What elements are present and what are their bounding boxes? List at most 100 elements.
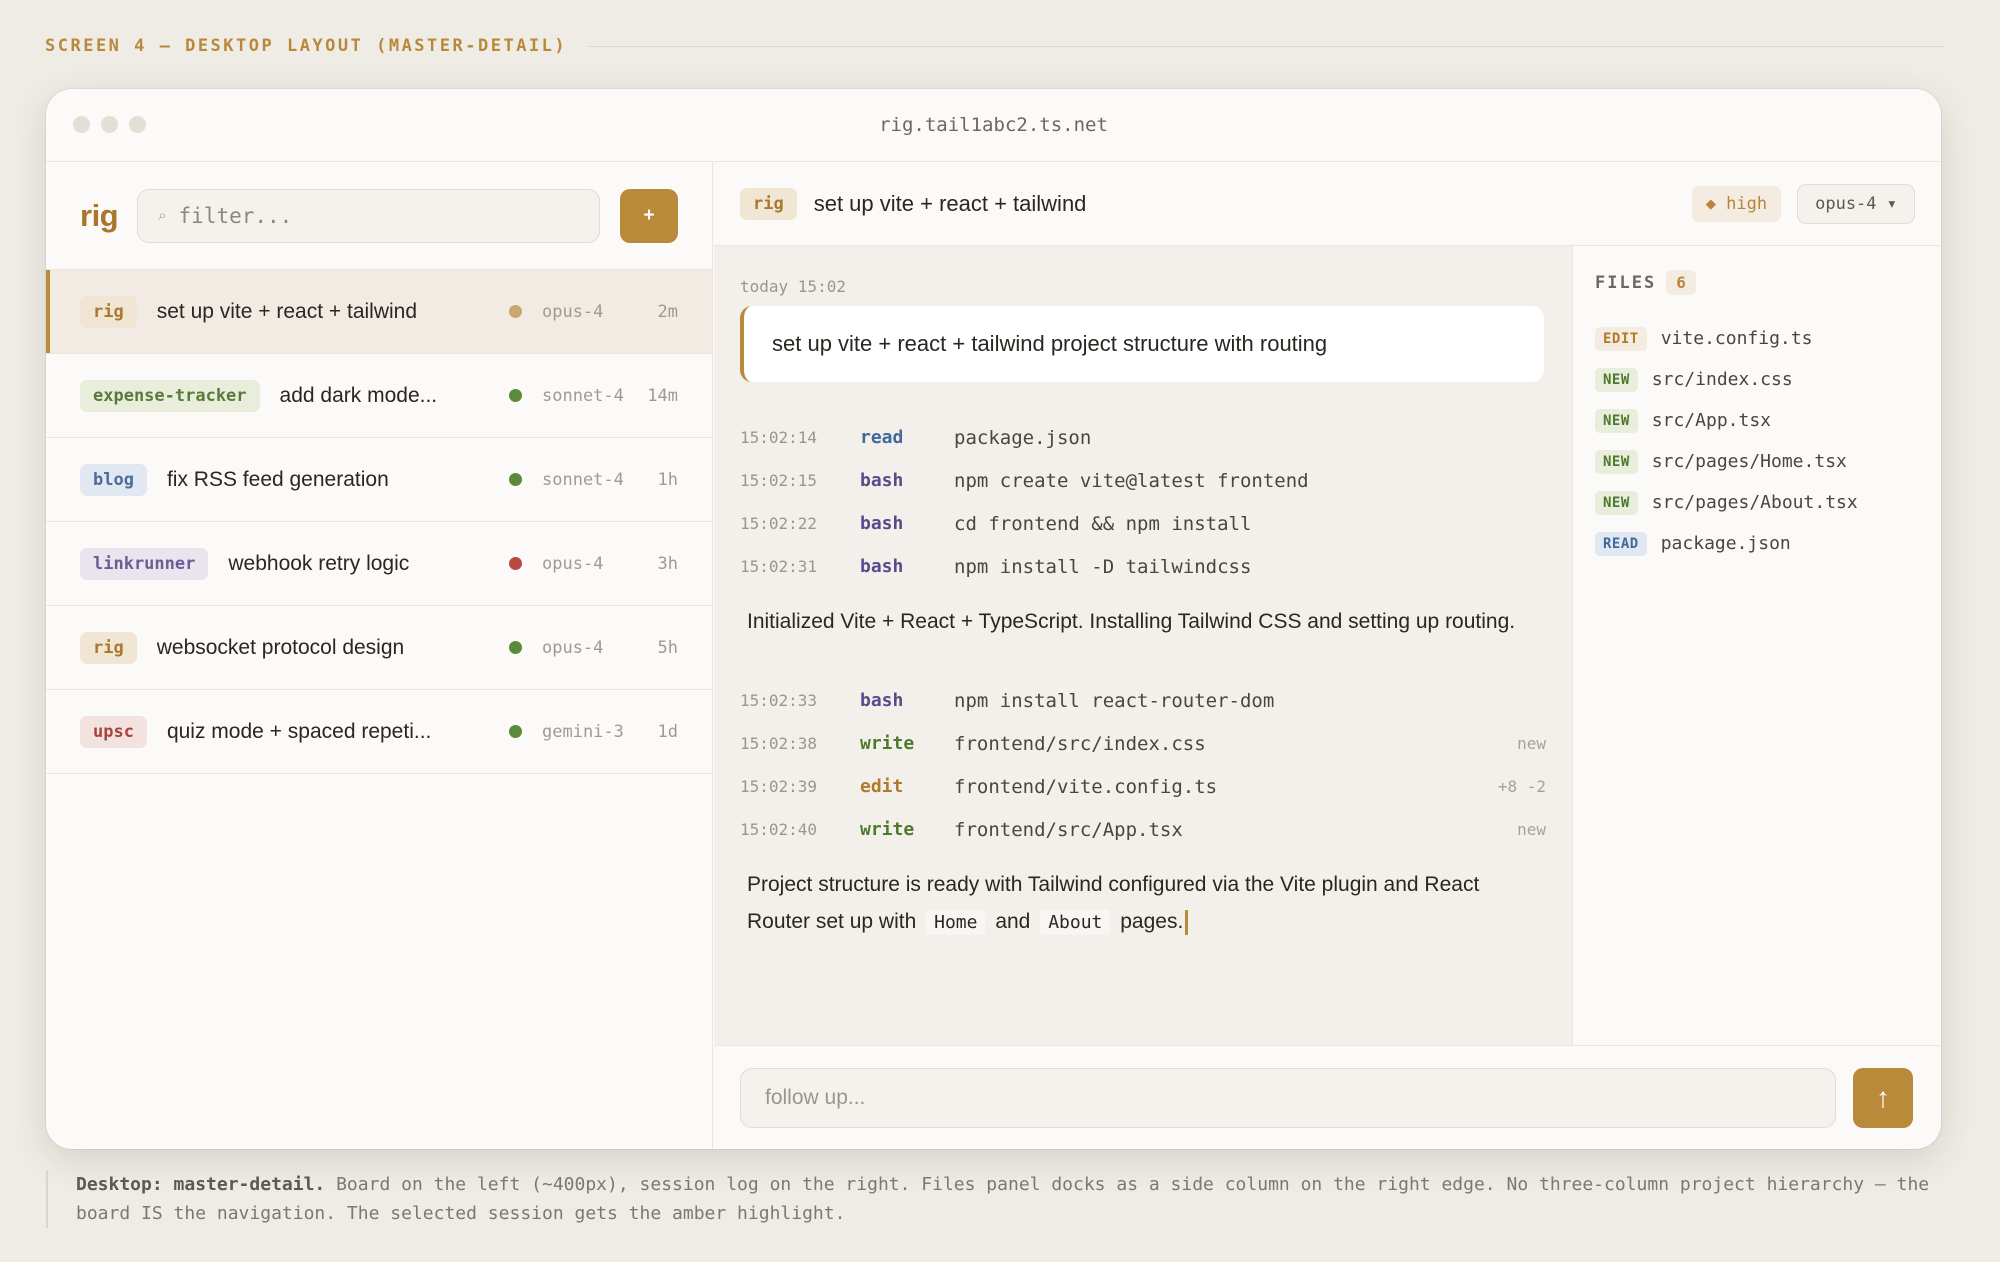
project-tag[interactable]: blog	[80, 463, 147, 496]
tool-time: 15:02:38	[740, 734, 818, 753]
tool-time: 15:02:14	[740, 428, 818, 447]
screen-label-text: SCREEN 4 — DESKTOP LAYOUT (MASTER-DETAIL…	[45, 36, 568, 56]
session-age: 2m	[657, 301, 678, 322]
assistant-message: Project structure is ready with Tailwind…	[740, 866, 1540, 941]
tool-arg: frontend/src/index.css	[954, 732, 1206, 755]
tool-call-row[interactable]: 15:02:31 bash npm install -D tailwindcss	[740, 545, 1546, 588]
file-row[interactable]: EDIT vite.config.ts	[1595, 318, 1919, 359]
user-prompt: set up vite + react + tailwind project s…	[740, 306, 1544, 382]
session-title: websocket protocol design	[156, 635, 405, 659]
inline-code: About	[1040, 910, 1111, 935]
status-dot	[509, 389, 522, 402]
model-select[interactable]: opus-4 ▾	[1797, 183, 1915, 224]
tool-call-row[interactable]: 15:02:14 read package.json	[740, 416, 1546, 459]
caption-title: Desktop: master-detail.	[76, 1174, 326, 1195]
session-meta: opus-4 3h	[509, 554, 678, 574]
file-action-badge: EDIT	[1595, 326, 1647, 351]
message-text: Project structure is ready with Tailwind…	[747, 873, 1480, 933]
session-model: sonnet-4	[542, 385, 624, 406]
tool-calls: 15:02:33 bash npm install react-router-dom…	[740, 679, 1546, 851]
session-row[interactable]: blog fix RSS feed generation sonnet-4 1h	[46, 438, 712, 522]
close-dot[interactable]	[73, 116, 90, 133]
filter-input[interactable]	[178, 203, 559, 228]
filter-field[interactable]: ⌕	[137, 188, 601, 243]
session-title: add dark mode...	[279, 383, 438, 407]
inline-code: Home	[926, 910, 986, 935]
file-row[interactable]: NEW src/pages/Home.tsx	[1595, 441, 1919, 482]
files-label: FILES	[1595, 272, 1657, 293]
tool-time: 15:02:15	[740, 471, 818, 490]
file-row[interactable]: NEW src/pages/About.tsx	[1595, 482, 1919, 523]
file-row[interactable]: NEW src/App.tsx	[1595, 400, 1919, 441]
session-model: opus-4	[542, 301, 604, 322]
screen-label: SCREEN 4 — DESKTOP LAYOUT (MASTER-DETAIL…	[45, 36, 1945, 56]
tool-call-row[interactable]: 15:02:22 bash cd frontend && npm install	[740, 502, 1546, 545]
follow-up-input[interactable]	[740, 1067, 1836, 1128]
project-tag[interactable]: rig	[80, 631, 137, 664]
send-button[interactable]: ↑	[1853, 1067, 1913, 1128]
session-row[interactable]: rig set up vite + react + tailwind opus-4 2…	[46, 270, 712, 354]
session-title: webhook retry logic	[228, 551, 410, 575]
screen-label-rule	[589, 45, 1945, 47]
app-window: rig.tail1abc2.ts.net rig ⌕ + rig set up v…	[46, 89, 1941, 1149]
session-board: rig ⌕ + rig set up vite + react + tailwin…	[46, 162, 713, 1149]
session-title: fix RSS feed generation	[166, 467, 389, 491]
priority-badge[interactable]: ◆ high	[1691, 185, 1782, 222]
tool-verb: edit	[860, 776, 904, 797]
status-dot	[509, 557, 522, 570]
file-name: src/App.tsx	[1651, 410, 1772, 431]
session-row[interactable]: linkrunner webhook retry logic opus-4 3h	[46, 522, 712, 606]
project-tag[interactable]: upsc	[80, 715, 147, 748]
file-name: package.json	[1660, 533, 1791, 554]
file-row[interactable]: READ package.json	[1595, 523, 1919, 564]
file-action-badge: NEW	[1595, 408, 1638, 433]
tool-note: new	[1517, 734, 1546, 753]
session-meta: opus-4 2m	[509, 302, 678, 322]
session-age: 3h	[657, 553, 678, 574]
project-tag[interactable]: linkrunner	[80, 547, 209, 580]
session-meta: opus-4 5h	[509, 638, 678, 658]
tool-call-row[interactable]: 15:02:40 write frontend/src/App.tsx new	[740, 808, 1546, 851]
tool-verb: bash	[860, 690, 904, 711]
session-title: set up vite + react + tailwind	[813, 190, 1087, 216]
session-meta: gemini-3 1d	[509, 722, 678, 742]
tool-call-row[interactable]: 15:02:33 bash npm install react-router-dom	[740, 679, 1546, 722]
minimize-dot[interactable]	[101, 116, 118, 133]
project-tag[interactable]: rig	[740, 187, 797, 220]
session-model: sonnet-4	[542, 469, 624, 490]
composer: ↑	[714, 1045, 1941, 1149]
tool-arg: npm install react-router-dom	[954, 689, 1275, 712]
status-dot	[509, 725, 522, 738]
tool-arg: npm install -D tailwindcss	[954, 555, 1252, 578]
tool-time: 15:02:40	[740, 820, 818, 839]
tool-time: 15:02:39	[740, 777, 818, 796]
tool-call-row[interactable]: 15:02:39 edit frontend/vite.config.ts +8 -2	[740, 765, 1546, 808]
tool-arg: package.json	[954, 426, 1092, 449]
project-tag[interactable]: expense-tracker	[80, 379, 260, 412]
session-age: 5h	[657, 637, 678, 658]
log-timestamp: today 15:02	[740, 277, 846, 296]
project-tag[interactable]: rig	[80, 295, 137, 328]
session-meta: sonnet-4 14m	[509, 386, 678, 406]
tool-time: 15:02:31	[740, 557, 818, 576]
session-model: gemini-3	[542, 721, 624, 742]
file-action-badge: NEW	[1595, 367, 1638, 392]
session-row[interactable]: upsc quiz mode + spaced repeti... gemini-3…	[46, 690, 712, 774]
maximize-dot[interactable]	[129, 116, 146, 133]
tool-call-row[interactable]: 15:02:15 bash npm create vite@latest front…	[740, 459, 1546, 502]
tool-call-row[interactable]: 15:02:38 write frontend/src/index.css new	[740, 722, 1546, 765]
assistant-message: Initialized Vite + React + TypeScript. I…	[747, 610, 1516, 633]
new-session-button[interactable]: +	[620, 188, 678, 243]
tool-verb: write	[860, 819, 915, 840]
session-age: 1h	[657, 469, 678, 490]
file-name: src/pages/Home.tsx	[1651, 451, 1847, 472]
session-row[interactable]: expense-tracker add dark mode... sonnet-4 1…	[46, 354, 712, 438]
session-row[interactable]: rig websocket protocol design opus-4 5h	[46, 606, 712, 690]
file-name: src/index.css	[1651, 369, 1793, 390]
caption-text: Board on the left (~400px), session log …	[76, 1174, 1930, 1224]
session-age: 14m	[647, 385, 678, 406]
tool-arg: frontend/vite.config.ts	[954, 775, 1218, 798]
file-row[interactable]: NEW src/index.css	[1595, 359, 1919, 400]
streaming-cursor	[1185, 909, 1189, 935]
file-name: src/pages/About.tsx	[1651, 492, 1858, 513]
